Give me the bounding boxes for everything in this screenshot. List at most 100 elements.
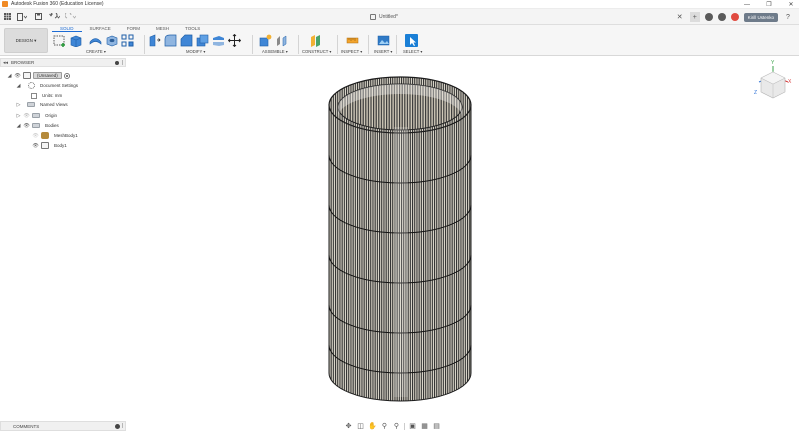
viewports-icon[interactable]: ▤ xyxy=(432,422,441,431)
active-radio-icon[interactable] xyxy=(63,72,70,79)
joint-icon[interactable] xyxy=(275,34,288,47)
tab-solid[interactable]: SOLID xyxy=(52,25,82,32)
tab-mesh[interactable]: MESH xyxy=(148,25,177,32)
axis-y-label: Y xyxy=(771,60,775,66)
tree-label-mesh-body: MeshBody1 xyxy=(54,133,78,138)
visibility-eye-icon[interactable]: 👁 xyxy=(32,143,39,149)
folder-icon xyxy=(27,102,35,107)
gear-icon xyxy=(28,82,35,89)
tab-form[interactable]: FORM xyxy=(119,25,148,32)
ribbon-divider xyxy=(368,35,369,54)
extrude-icon[interactable] xyxy=(69,34,82,47)
visibility-eye-icon[interactable]: 👁 xyxy=(14,73,21,79)
create-group-label[interactable]: CREATE ▾ xyxy=(86,49,106,54)
tree-node-root[interactable]: ◢ 👁 (Unsaved) xyxy=(7,71,70,80)
look-at-icon[interactable]: ◫ xyxy=(356,422,365,431)
measure-icon[interactable] xyxy=(346,34,359,47)
insert-group-label[interactable]: INSERT ▾ xyxy=(374,49,392,54)
file-menu-icon[interactable] xyxy=(16,12,28,21)
fit-window-icon[interactable]: ⚲ xyxy=(392,422,401,431)
tree-label-bodies: Bodies xyxy=(45,123,59,128)
hole-icon[interactable] xyxy=(105,34,118,47)
select-cursor-icon[interactable] xyxy=(405,33,418,47)
close-tab-icon[interactable]: ✕ xyxy=(675,12,685,22)
new-component-icon[interactable] xyxy=(259,34,272,47)
redo-icon[interactable] xyxy=(64,12,76,21)
document-node-icon xyxy=(23,72,31,79)
press-pull-icon[interactable] xyxy=(148,34,161,47)
grid-settings-icon[interactable]: ▦ xyxy=(420,422,429,431)
navigation-bar: ✥ ◫ ✋ ⚲ ⚲ ▣ ▦ ▤ xyxy=(344,421,441,431)
browser-pin-icon[interactable] xyxy=(115,61,119,65)
job-status-icon[interactable] xyxy=(717,13,726,21)
view-cube[interactable]: Y Z X xyxy=(754,60,792,102)
chamfer-icon[interactable] xyxy=(180,34,193,47)
revolve-icon[interactable] xyxy=(89,34,102,47)
expand-arrow-icon[interactable]: ▷ xyxy=(16,102,21,108)
tree-node-units[interactable]: Units: mm xyxy=(31,91,65,100)
move-copy-icon[interactable] xyxy=(228,33,241,47)
comments-splitter-icon[interactable]: | xyxy=(122,423,123,429)
notifications-icon[interactable] xyxy=(730,13,739,21)
select-group-label[interactable]: SELECT ▾ xyxy=(403,49,422,54)
modify-group-label[interactable]: MODIFY ▾ xyxy=(186,49,205,54)
visibility-eye-icon[interactable]: 👁 xyxy=(32,133,39,139)
right-toolbar: ✕ + Kirill Ustenko ? xyxy=(675,11,793,23)
assemble-group-label[interactable]: ASSEMBLE ▾ xyxy=(262,49,288,54)
document-icon xyxy=(370,14,376,20)
tree-node-body[interactable]: 👁 Body1 xyxy=(32,141,70,150)
document-tab[interactable]: Untitled* xyxy=(370,12,398,22)
insert-image-icon[interactable] xyxy=(377,34,390,47)
construct-group-label[interactable]: CONSTRUCT ▾ xyxy=(302,49,331,54)
tab-surface[interactable]: SURFACE xyxy=(82,25,119,32)
tree-node-mesh-body[interactable]: 👁 MeshBody1 xyxy=(32,131,81,140)
quick-access-bar: Untitled* ✕ + Kirill Ustenko ? xyxy=(0,9,799,25)
tab-tools[interactable]: TOOLS xyxy=(177,25,208,32)
minimize-button[interactable]: — xyxy=(743,1,751,9)
collapse-browser-icon[interactable]: ◂◂ xyxy=(3,60,8,66)
user-account-button[interactable]: Kirill Ustenko xyxy=(743,12,778,22)
tree-node-document-settings[interactable]: ◢ Document Settings xyxy=(16,81,81,90)
browser-splitter-icon[interactable]: | xyxy=(122,60,123,66)
visibility-eye-icon[interactable]: 👁 xyxy=(23,113,30,119)
expand-arrow-icon[interactable]: ◢ xyxy=(16,83,21,89)
expand-arrow-icon[interactable]: ◢ xyxy=(16,123,21,129)
zoom-icon[interactable]: ⚲ xyxy=(380,422,389,431)
save-icon[interactable] xyxy=(34,12,42,21)
fillet-icon[interactable] xyxy=(164,34,177,47)
pattern-icon[interactable] xyxy=(121,34,134,47)
canvas-viewport[interactable] xyxy=(126,57,799,433)
close-button[interactable]: ✕ xyxy=(787,1,795,9)
expand-arrow-icon[interactable]: ◢ xyxy=(7,73,12,79)
tree-node-bodies[interactable]: ◢ 👁 Bodies xyxy=(16,121,62,130)
maximize-button[interactable]: ❐ xyxy=(765,1,773,9)
tree-node-origin[interactable]: ▷ 👁 Origin xyxy=(16,111,60,120)
create-group-icons xyxy=(53,33,134,47)
visibility-eye-icon[interactable]: 👁 xyxy=(23,123,30,129)
undo-icon[interactable] xyxy=(48,12,60,21)
mesh-cylinder-model[interactable] xyxy=(126,57,799,433)
shell-icon[interactable] xyxy=(196,34,209,47)
help-icon[interactable]: ? xyxy=(783,12,793,22)
pan-hand-icon[interactable]: ✋ xyxy=(368,422,377,431)
axis-x-label: X xyxy=(788,79,792,85)
comments-pin-icon[interactable] xyxy=(115,424,120,429)
offset-plane-icon[interactable] xyxy=(309,34,322,47)
comments-panel-header[interactable]: COMMENTS | xyxy=(0,421,126,431)
ribbon-divider xyxy=(337,35,338,54)
extensions-icon[interactable] xyxy=(704,13,713,21)
workspace-switcher-button[interactable]: DESIGN ▾ xyxy=(4,28,48,53)
create-sketch-icon[interactable] xyxy=(53,34,66,47)
tree-node-named-views[interactable]: ▷ Named Views xyxy=(16,100,71,109)
browser-header[interactable]: ◂◂ BROWSER | xyxy=(0,58,126,67)
data-panel-grid-icon[interactable] xyxy=(3,12,12,21)
new-tab-plus-icon[interactable]: + xyxy=(689,12,700,22)
inspect-group-label[interactable]: INSPECT ▾ xyxy=(341,49,362,54)
modify-group-icons xyxy=(148,33,241,47)
split-body-icon[interactable] xyxy=(212,34,225,47)
expand-arrow-icon[interactable]: ▷ xyxy=(16,113,21,119)
orbit-icon[interactable]: ✥ xyxy=(344,422,353,431)
display-settings-icon[interactable]: ▣ xyxy=(408,422,417,431)
axis-z-label: Z xyxy=(754,90,758,96)
comments-title: COMMENTS xyxy=(13,423,40,429)
